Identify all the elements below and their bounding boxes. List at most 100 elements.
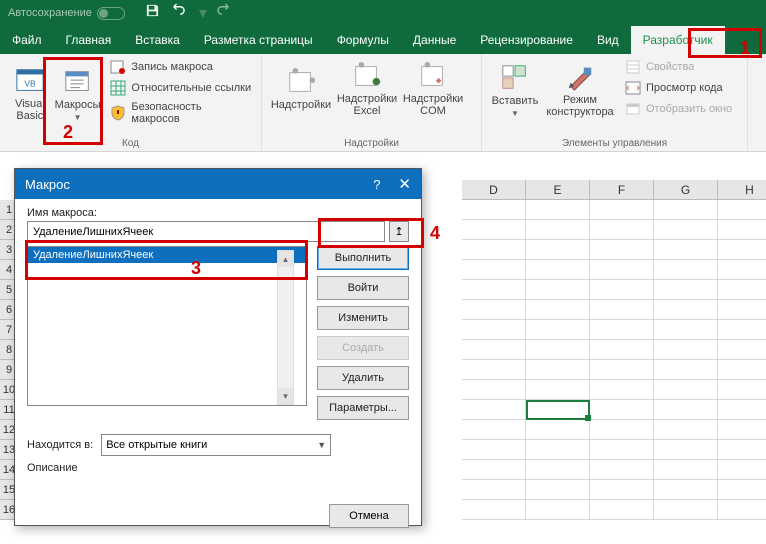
column-header[interactable]: G [654,180,718,200]
cell[interactable] [526,460,590,480]
options-button[interactable]: Параметры... [317,396,409,420]
column-header[interactable]: E [526,180,590,200]
macros-button[interactable]: Макросы ▼ [54,57,102,127]
tab-review[interactable]: Рецензирование [468,26,585,54]
cell[interactable] [462,240,526,260]
cell[interactable] [526,320,590,340]
toggle-off-icon[interactable] [97,7,125,20]
cell[interactable] [462,440,526,460]
qat-dropdown-icon[interactable]: ▾ [199,3,207,23]
cell[interactable] [654,420,718,440]
tab-insert[interactable]: Вставка [123,26,192,54]
cell[interactable] [718,200,766,220]
cell[interactable] [526,200,590,220]
column-header[interactable]: H [718,180,766,200]
cell[interactable] [462,380,526,400]
cell[interactable] [462,400,526,420]
tab-developer[interactable]: Разработчик [631,26,725,54]
cell[interactable] [590,360,654,380]
cell[interactable] [590,280,654,300]
tab-data[interactable]: Данные [401,26,468,54]
addins-button[interactable]: Надстройки [268,57,334,117]
cell[interactable] [590,340,654,360]
rundialog-button[interactable]: Отобразить окно [622,99,735,119]
cell[interactable] [526,240,590,260]
cell[interactable] [718,400,766,420]
cell[interactable] [654,500,718,520]
column-header[interactable]: F [590,180,654,200]
cell[interactable] [718,480,766,500]
scroll-down-icon[interactable]: ▾ [278,388,293,404]
cell[interactable] [590,220,654,240]
cell[interactable] [590,400,654,420]
cell[interactable] [718,360,766,380]
cell[interactable] [590,200,654,220]
cell[interactable] [526,480,590,500]
tab-formulas[interactable]: Формулы [325,26,401,54]
cell[interactable] [462,320,526,340]
cancel-button[interactable]: Отмена [329,504,409,528]
redo-icon[interactable] [217,3,232,23]
insert-control-button[interactable]: Вставить ▼ [488,57,542,119]
cell[interactable] [526,280,590,300]
cell[interactable] [590,260,654,280]
cell[interactable] [718,320,766,340]
cell[interactable] [654,300,718,320]
cell[interactable] [718,500,766,520]
cell[interactable] [718,460,766,480]
tab-file[interactable]: Файл [0,26,54,54]
design-mode-button[interactable]: Режим конструктора [542,57,618,119]
cell[interactable] [526,220,590,240]
cell[interactable] [590,500,654,520]
macro-security-button[interactable]: Безопасность макросов [107,99,255,127]
cell[interactable] [590,420,654,440]
cell[interactable] [462,460,526,480]
cell[interactable] [526,440,590,460]
undo-icon[interactable] [170,3,185,23]
autosave-toggle[interactable]: Автосохранение [8,7,125,20]
relative-refs-button[interactable]: Относительные ссылки [107,78,255,98]
cell[interactable] [654,460,718,480]
cell[interactable] [526,300,590,320]
cell[interactable] [526,500,590,520]
cell[interactable] [590,480,654,500]
cell[interactable] [462,480,526,500]
cell[interactable] [526,260,590,280]
collapse-icon[interactable]: ↥ [389,221,409,242]
cell[interactable] [462,200,526,220]
dialog-titlebar[interactable]: Макрос ? ✕ [15,169,421,199]
cell[interactable] [590,320,654,340]
cell[interactable] [462,260,526,280]
macro-name-input[interactable] [27,221,385,242]
cell[interactable] [718,380,766,400]
viewcode-button[interactable]: Просмотр кода [622,78,735,98]
save-icon[interactable] [145,3,160,23]
cell[interactable] [462,500,526,520]
delete-button[interactable]: Удалить [317,366,409,390]
visual-basic-button[interactable]: VB Visual Basic [6,57,54,127]
tab-home[interactable]: Главная [54,26,124,54]
cell[interactable] [654,340,718,360]
cell[interactable] [462,420,526,440]
cell[interactable] [654,200,718,220]
cell[interactable] [590,460,654,480]
properties-button[interactable]: Свойства [622,57,735,77]
cell[interactable] [654,400,718,420]
cell[interactable] [526,380,590,400]
cell[interactable] [654,220,718,240]
cell[interactable] [526,340,590,360]
cell[interactable] [654,320,718,340]
column-header[interactable]: D [462,180,526,200]
cell[interactable] [718,440,766,460]
edit-button[interactable]: Изменить [317,306,409,330]
tab-pagelayout[interactable]: Разметка страницы [192,26,325,54]
run-button[interactable]: Выполнить [317,246,409,270]
help-icon[interactable]: ? [373,177,380,192]
cell[interactable] [718,300,766,320]
list-item[interactable]: УдалениеЛишнихЯчеек [28,247,306,263]
cell[interactable] [590,300,654,320]
cell[interactable] [462,340,526,360]
cell[interactable] [718,280,766,300]
cell[interactable] [718,220,766,240]
scrollbar[interactable]: ▴ ▾ [277,250,294,405]
